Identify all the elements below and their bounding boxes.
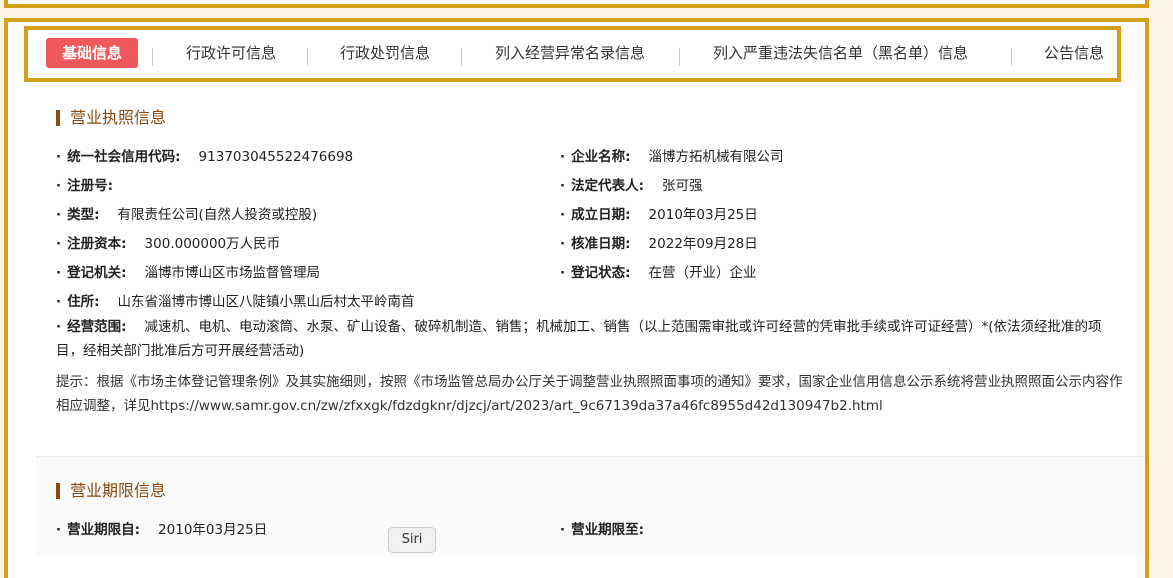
tab-admin-penalty[interactable]: 行政处罚信息	[340, 38, 430, 68]
business-period-section: 营业期限信息 · 营业期限自: 2010年03月25日 · 营业期限至:	[36, 456, 1145, 556]
field-company-name: · 企业名称: 淄博方拓机械有限公司	[560, 149, 784, 165]
tab-separator	[307, 48, 308, 66]
period-section-title: 营业期限信息	[56, 483, 166, 499]
field-type: · 类型: 有限责任公司(自然人投资或控股)	[56, 207, 318, 223]
field-period-from: · 营业期限自: 2010年03月25日	[56, 522, 268, 538]
tab-admin-license[interactable]: 行政许可信息	[186, 38, 276, 68]
tab-blacklist[interactable]: 列入严重违法失信名单（黑名单）信息	[713, 38, 968, 68]
siri-button[interactable]: Siri	[388, 527, 436, 553]
field-legal-rep: · 法定代表人: 张可强	[560, 178, 703, 194]
field-credit-code: · 统一社会信用代码: 913703045522476698	[56, 149, 354, 165]
notice-text: 提示：根据《市场主体登记管理条例》及其实施细则，按照《市场监管总局办公厅关于调整…	[56, 374, 1123, 414]
field-authority: · 登记机关: 淄博市博山区市场监督管理局	[56, 265, 321, 281]
tab-basic-info[interactable]: 基础信息	[46, 38, 139, 68]
field-address: · 住所: 山东省淄博市博山区八陡镇小黑山后村太平岭南首	[56, 294, 415, 310]
tab-separator	[461, 48, 462, 66]
field-approved: · 核准日期: 2022年09月28日	[560, 236, 758, 252]
field-capital: · 注册资本: 300.000000万人民币	[56, 236, 281, 252]
tab-abnormal-list[interactable]: 列入经营异常名录信息	[495, 38, 645, 68]
tab-bar: 基础信息 行政许可信息 行政处罚信息 列入经营异常名录信息 列入严重违法失信名单…	[24, 26, 1121, 82]
field-reg-no: · 注册号:	[56, 178, 114, 194]
license-info-section: 营业执照信息 · 统一社会信用代码: 913703045522476698 · 企业名…	[36, 86, 1145, 456]
license-section-title: 营业执照信息	[56, 110, 166, 126]
tab-announcements[interactable]: 公告信息	[1044, 38, 1104, 68]
field-status: · 登记状态: 在营（开业）企业	[560, 265, 757, 281]
tab-separator	[1011, 48, 1012, 66]
top-panel-frame	[4, 0, 1149, 8]
tab-separator	[152, 48, 153, 66]
tab-separator	[679, 48, 680, 66]
field-established: · 成立日期: 2010年03月25日	[560, 207, 758, 223]
field-period-to: · 营业期限至:	[560, 522, 645, 538]
field-business-scope: · 经营范围: 减速机、电机、电动滚筒、水泵、矿山设备、破碎机制造、销售；机械加工、…	[56, 319, 1102, 359]
